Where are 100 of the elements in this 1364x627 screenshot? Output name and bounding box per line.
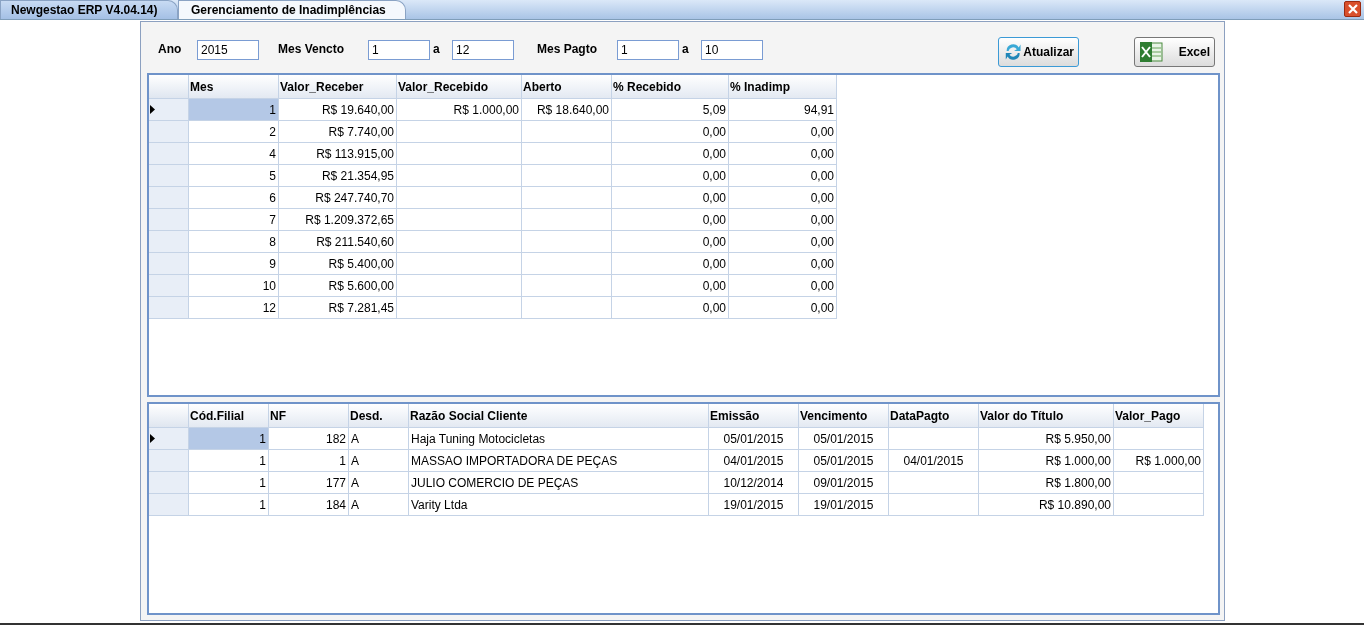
column-header[interactable]: Valor_Recebido	[397, 75, 522, 99]
field-label: a	[433, 41, 440, 58]
column-header[interactable]: NF	[269, 404, 349, 428]
table-cell: 184	[269, 494, 349, 516]
table-cell: 0,00	[729, 297, 837, 319]
row-header[interactable]	[149, 428, 189, 450]
table-cell: 0,00	[729, 187, 837, 209]
table-cell: R$ 1.000,00	[979, 450, 1114, 472]
table-cell: R$ 5.600,00	[279, 275, 397, 297]
field-label: Mes Pagto	[537, 41, 597, 58]
tab[interactable]: Gerenciamento de Inadimplências	[178, 0, 406, 19]
table-cell: R$ 113.915,00	[279, 143, 397, 165]
table-cell: Haja Tuning Motocicletas	[409, 428, 709, 450]
column-header[interactable]: % Recebido	[612, 75, 729, 99]
table-cell: 0,00	[729, 121, 837, 143]
row-header[interactable]	[149, 99, 189, 121]
table-cell: 04/01/2015	[709, 450, 799, 472]
table-cell: 7	[189, 209, 279, 231]
table-cell: 4	[189, 143, 279, 165]
table-cell: R$ 19.640,00	[279, 99, 397, 121]
table-cell: R$ 5.950,00	[979, 428, 1114, 450]
table-cell: 1	[189, 472, 269, 494]
table-cell: R$ 1.000,00	[397, 99, 522, 121]
field-label: Ano	[158, 41, 182, 58]
table-cell: 1	[189, 450, 269, 472]
tab[interactable]: Newgestao ERP V4.04.14)	[0, 0, 178, 19]
table-cell: 0,00	[729, 253, 837, 275]
row-pointer-icon	[150, 434, 155, 443]
table-cell: 10	[189, 275, 279, 297]
column-header[interactable]: Aberto	[522, 75, 612, 99]
table-cell: 0,00	[729, 231, 837, 253]
table-cell: 0,00	[612, 253, 729, 275]
table-cell: 0,00	[612, 165, 729, 187]
column-header[interactable]: Razão Social Cliente	[409, 404, 709, 428]
table-cell: A	[349, 472, 409, 494]
column-header[interactable]: Emissão	[709, 404, 799, 428]
table-cell: 0,00	[729, 165, 837, 187]
column-header[interactable]: Vencimento	[799, 404, 889, 428]
table-cell: R$ 10.890,00	[979, 494, 1114, 516]
corner-header	[149, 75, 189, 99]
field-label: Mes Vencto	[278, 41, 345, 58]
table-cell: 10/12/2014	[709, 472, 799, 494]
column-header[interactable]: Mes	[189, 75, 279, 99]
spreadsheet-icon	[1139, 40, 1163, 64]
table-cell: 0,00	[729, 143, 837, 165]
table-cell: JULIO COMERCIO DE PEÇAS	[409, 472, 709, 494]
table-cell: R$ 1.000,00	[1114, 450, 1204, 472]
table-cell: A	[349, 428, 409, 450]
table-cell: 0,00	[612, 231, 729, 253]
column-header[interactable]: Cód.Filial	[189, 404, 269, 428]
table-cell: R$ 211.540,60	[279, 231, 397, 253]
table-cell: 177	[269, 472, 349, 494]
excel-button[interactable]: Excel	[1134, 37, 1215, 67]
table-cell: 5	[189, 165, 279, 187]
close-button[interactable]	[1344, 1, 1361, 17]
due-month-to-field[interactable]: 12	[452, 40, 514, 60]
table-cell: A	[349, 494, 409, 516]
table-cell: 8	[189, 231, 279, 253]
paid-month-to-field[interactable]: 10	[701, 40, 763, 60]
due-month-from-field[interactable]: 1	[368, 40, 430, 60]
table-cell: 2	[189, 121, 279, 143]
refresh-icon	[1003, 41, 1024, 63]
column-header[interactable]: Valor_Receber	[279, 75, 397, 99]
table-cell: 1	[189, 428, 269, 450]
table-cell: 0,00	[612, 209, 729, 231]
table-cell: 19/01/2015	[799, 494, 889, 516]
table-cell: 0,00	[612, 297, 729, 319]
table-cell: 182	[269, 428, 349, 450]
table-cell: 19/01/2015	[709, 494, 799, 516]
table-cell: A	[349, 450, 409, 472]
table-cell: 0,00	[729, 209, 837, 231]
table-cell: 9	[189, 253, 279, 275]
column-header[interactable]: Valor do Título	[979, 404, 1114, 428]
column-header[interactable]: Valor_Pago	[1114, 404, 1204, 428]
table-cell: 04/01/2015	[889, 450, 979, 472]
refresh-button[interactable]: Atualizar	[998, 37, 1079, 67]
field-label: a	[682, 41, 689, 58]
table-cell: 5,09	[612, 99, 729, 121]
table-cell: R$ 7.740,00	[279, 121, 397, 143]
year-field[interactable]: 2015	[197, 40, 259, 60]
corner-header	[149, 404, 189, 428]
column-header[interactable]: % Inadimp	[729, 75, 837, 99]
table-cell: MASSAO IMPORTADORA DE PEÇAS	[409, 450, 709, 472]
table-cell: 6	[189, 187, 279, 209]
column-header[interactable]: Desd.	[349, 404, 409, 428]
close-icon	[1347, 4, 1358, 14]
paid-month-from-field[interactable]: 1	[617, 40, 679, 60]
column-header[interactable]: DataPagto	[889, 404, 979, 428]
table-cell: 09/01/2015	[799, 472, 889, 494]
table-cell: 0,00	[612, 187, 729, 209]
table-cell: R$ 247.740,70	[279, 187, 397, 209]
table-cell: R$ 7.281,45	[279, 297, 397, 319]
table-cell: 1	[269, 450, 349, 472]
table-cell: R$ 18.640,00	[522, 99, 612, 121]
table-cell: R$ 5.400,00	[279, 253, 397, 275]
table-cell: 05/01/2015	[799, 428, 889, 450]
table-cell: 12	[189, 297, 279, 319]
table-cell: 0,00	[612, 143, 729, 165]
table-cell: 1	[189, 494, 269, 516]
table-cell: 94,91	[729, 99, 837, 121]
